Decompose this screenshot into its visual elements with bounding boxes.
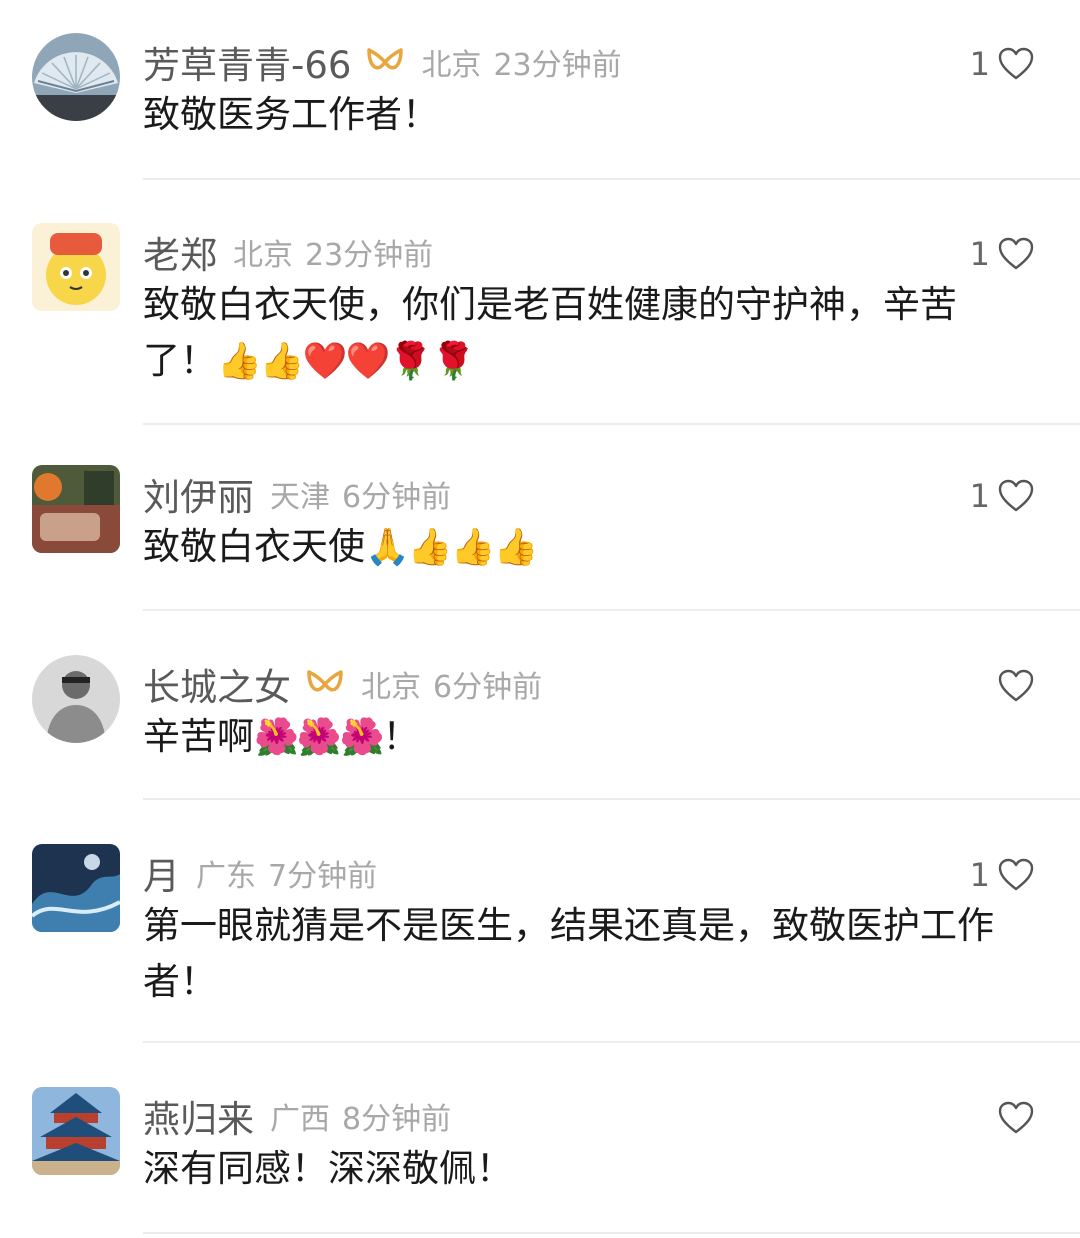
location: 北京 [421, 48, 482, 83]
comment-text: 致敬白衣天使，你们是老百姓健康的守护神，辛苦了！👍👍❤️❤️🌹🌹 [143, 277, 1003, 390]
comment-body: 深有同感！深深敬佩！ [143, 1147, 513, 1190]
comment-meta: 老郑 北京 23分钟前 [143, 229, 434, 277]
like-button[interactable] [990, 663, 1034, 709]
comment-meta: 刘伊丽 天津 6分钟前 [143, 471, 452, 519]
divider [143, 423, 1080, 425]
divider [143, 1041, 1080, 1043]
comment-body: 第一眼就猜是不是医生，结果还真是，致敬医护工作者！ [143, 904, 994, 1003]
member-badge-icon [305, 668, 345, 700]
comment-meta: 芳草青青-66 北京 23分钟前 [143, 39, 622, 87]
like-count: 1 [969, 856, 990, 894]
comment-text: 致敬医务工作者！ [143, 87, 1003, 143]
username[interactable]: 刘伊丽 [143, 467, 254, 521]
like-button[interactable]: 1 [970, 852, 1034, 898]
member-badge-icon [365, 46, 405, 78]
avatar[interactable] [32, 844, 120, 932]
location: 北京 [233, 238, 293, 273]
like-button[interactable]: 1 [970, 41, 1034, 87]
location: 天津 [270, 480, 330, 515]
avatar[interactable] [32, 465, 120, 553]
heart-icon [998, 237, 1034, 270]
avatar[interactable] [32, 1087, 120, 1175]
timestamp: 23分钟前 [493, 48, 622, 83]
heart-icon [998, 858, 1034, 891]
timestamp: 6分钟前 [433, 670, 543, 705]
like-count: 1 [969, 235, 990, 273]
divider [143, 609, 1080, 611]
comment-text: 深有同感！深深敬佩！ [143, 1141, 1003, 1197]
timestamp: 8分钟前 [342, 1102, 452, 1137]
comment-meta: 月 广东 7分钟前 [143, 850, 378, 898]
divider [143, 178, 1080, 180]
timestamp: 7分钟前 [268, 859, 378, 894]
timestamp: 23分钟前 [305, 238, 434, 273]
comment-meta: 长城之女 北京 6分钟前 [143, 661, 543, 709]
avatar[interactable] [32, 33, 120, 121]
like-button[interactable] [990, 1095, 1034, 1141]
username[interactable]: 燕归来 [143, 1089, 254, 1143]
comment-body: 致敬医务工作者！ [143, 93, 439, 136]
comment-text: 致敬白衣天使🙏👍👍👍 [143, 519, 1003, 576]
comment-tail: ！ [382, 715, 420, 758]
avatar[interactable] [32, 655, 120, 743]
heart-icon [998, 47, 1034, 80]
username[interactable]: 长城之女 [143, 657, 291, 711]
comment-body: 辛苦啊 [143, 715, 254, 758]
timestamp: 6分钟前 [342, 480, 452, 515]
comment-body: 致敬白衣天使 [143, 525, 365, 568]
divider [143, 798, 1080, 800]
location: 广东 [196, 859, 256, 894]
comment-meta: 燕归来 广西 8分钟前 [143, 1093, 452, 1141]
emoji: 🙏👍👍👍 [365, 527, 538, 568]
like-count: 1 [969, 477, 990, 515]
divider [143, 1232, 1080, 1234]
location: 北京 [361, 670, 421, 705]
username[interactable]: 月 [143, 846, 180, 900]
comment-text: 第一眼就猜是不是医生，结果还真是，致敬医护工作者！ [143, 898, 1003, 1010]
heart-icon [998, 669, 1034, 702]
comment-text: 辛苦啊🌺🌺🌺！ [143, 709, 1003, 766]
heart-icon [998, 479, 1034, 512]
like-button[interactable]: 1 [970, 473, 1034, 519]
emoji: 🌺🌺🌺 [254, 717, 384, 758]
like-button[interactable]: 1 [970, 231, 1034, 277]
emoji: 👍👍❤️❤️🌹🌹 [217, 341, 476, 382]
username[interactable]: 老郑 [143, 225, 217, 279]
username[interactable]: 芳草青青-66 [143, 35, 351, 89]
avatar[interactable] [32, 223, 120, 311]
location: 广西 [270, 1102, 330, 1137]
heart-icon [998, 1101, 1034, 1134]
like-count: 1 [969, 45, 990, 83]
